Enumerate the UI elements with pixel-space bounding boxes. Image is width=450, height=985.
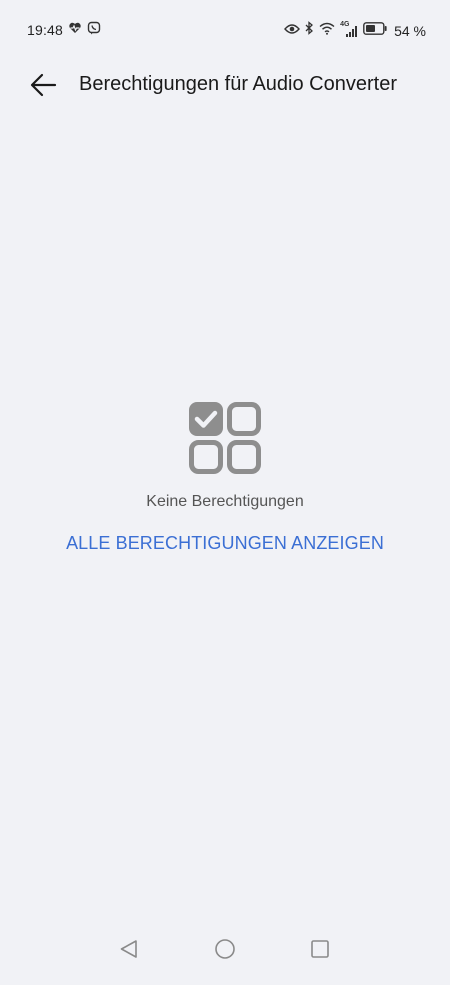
wifi-icon [319,22,335,40]
status-bar: 19:48 4G 54 % [0,0,450,60]
nav-back-button[interactable] [117,937,141,961]
nav-recents-button[interactable] [308,937,332,961]
nav-home-button[interactable] [213,937,237,961]
navigation-bar [0,935,450,985]
heart-pulse-icon [68,21,82,40]
bluetooth-icon [305,21,314,40]
arrow-left-icon [30,73,57,97]
signal-icon: 4G [340,21,358,38]
eye-icon [284,22,301,40]
back-button[interactable] [28,70,60,100]
back-triangle-icon [120,940,137,958]
status-left-icons [68,21,101,40]
status-right-icons: 4G 54 % [284,21,426,40]
recents-square-icon [311,940,329,958]
empty-message: Keine Berechtigungen [146,493,304,510]
home-circle-icon [215,939,235,959]
app-bar: Berechtigungen für Audio Converter [0,60,450,110]
battery-percentage: 54 % [394,22,426,39]
viber-icon [87,21,101,40]
page-title: Berechtigungen für Audio Converter [79,73,397,95]
show-all-permissions-link[interactable]: ALLE BERECHTIGUNGEN ANZEIGEN [66,533,384,554]
status-time: 19:48 [27,22,64,38]
permissions-grid-icon [189,402,261,474]
battery-icon [363,21,387,40]
empty-state: Keine Berechtigungen ALLE BERECHTIGUNGEN… [0,400,450,554]
